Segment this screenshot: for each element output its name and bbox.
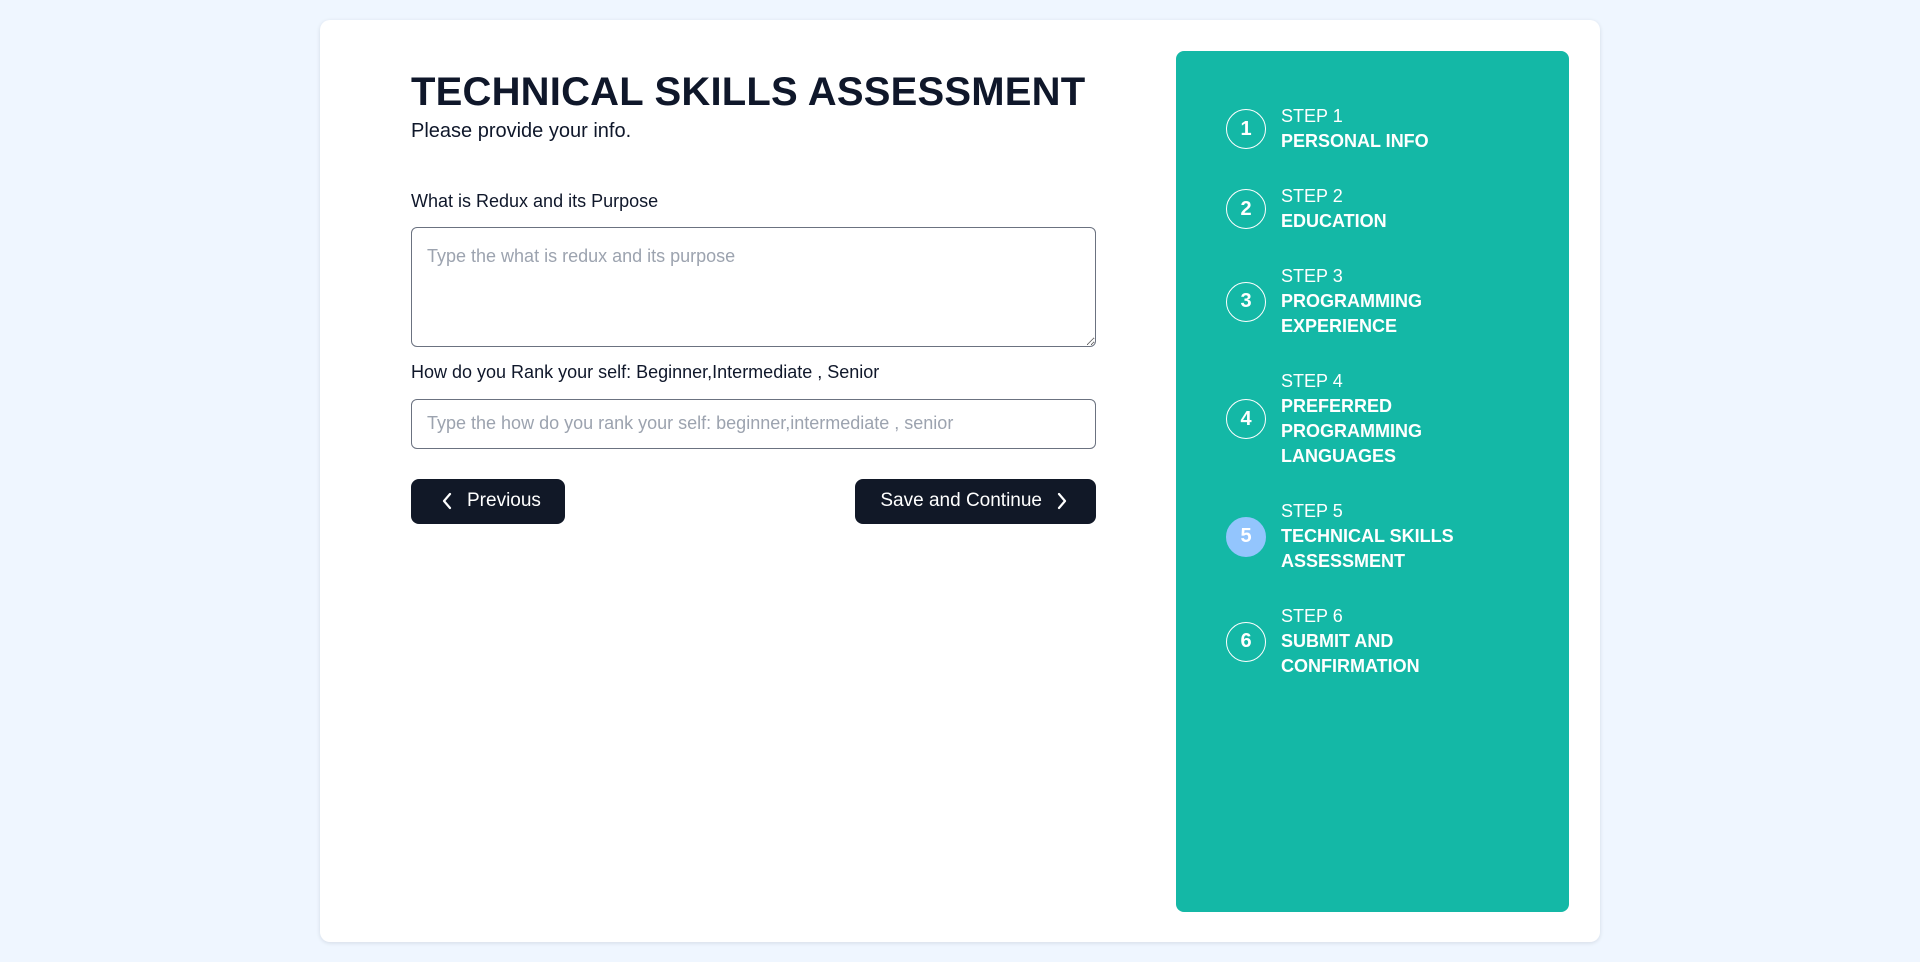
form-navigation: Previous Save and Continue [411, 478, 1096, 524]
save-and-continue-label: Save and Continue [880, 490, 1042, 512]
chevron-right-icon [1056, 492, 1068, 510]
step-number-badge-active: 5 [1226, 516, 1266, 557]
step-label: STEP 6 [1281, 606, 1343, 626]
step-name: EDUCATION [1281, 211, 1387, 231]
step-text: STEP 4 PREFERRED PROGRAMMING LANGUAGES [1281, 369, 1431, 469]
step-number-badge: 4 [1226, 399, 1266, 439]
step-name: TECHNICAL SKILLS ASSESSMENT [1281, 526, 1454, 571]
step-number-badge: 3 [1226, 281, 1266, 322]
step-name: PROGRAMMING EXPERIENCE [1281, 291, 1422, 336]
step-number-badge: 1 [1226, 109, 1266, 149]
redux-purpose-textarea[interactable] [411, 227, 1096, 348]
skill-rank-question-label: How do you Rank your self: Beginner,Inte… [411, 362, 880, 383]
steps-sidebar: 1 STEP 1 PERSONAL INFO 2 STEP 2 EDUCATIO… [1176, 51, 1569, 912]
step-name: SUBMIT AND CONFIRMATION [1281, 631, 1420, 676]
step-item-preferred-languages: 4 STEP 4 PREFERRED PROGRAMMING LANGUAGES [1226, 369, 1431, 469]
form-card: TECHNICAL SKILLS ASSESSMENT Please provi… [320, 20, 1600, 942]
step-label: STEP 5 [1281, 501, 1343, 521]
previous-button-label: Previous [467, 490, 541, 512]
step-name: PERSONAL INFO [1281, 131, 1429, 151]
redux-question-label: What is Redux and its Purpose [411, 191, 659, 211]
step-text: STEP 1 PERSONAL INFO [1281, 104, 1481, 154]
step-text: STEP 2 EDUCATION [1281, 184, 1481, 234]
step-label: STEP 2 [1281, 186, 1343, 206]
step-item-submit-confirmation: 6 STEP 6 SUBMIT AND CONFIRMATION [1226, 604, 1431, 679]
step-number-badge: 2 [1226, 189, 1266, 229]
step-item-personal-info: 1 STEP 1 PERSONAL INFO [1226, 104, 1481, 154]
step-label: STEP 1 [1281, 106, 1343, 126]
previous-button[interactable]: Previous [411, 478, 565, 524]
step-item-programming-experience: 3 STEP 3 PROGRAMMING EXPERIENCE [1226, 264, 1431, 339]
step-text: STEP 6 SUBMIT AND CONFIRMATION [1281, 604, 1431, 679]
skill-rank-input[interactable] [411, 398, 1096, 449]
step-text: STEP 5 TECHNICAL SKILLS ASSESSMENT [1281, 499, 1456, 574]
step-name: PREFERRED PROGRAMMING LANGUAGES [1281, 396, 1422, 466]
step-label: STEP 3 [1281, 266, 1343, 286]
page-subtitle: Please provide your info. [411, 120, 632, 142]
page-title: TECHNICAL SKILLS ASSESSMENT [411, 70, 1086, 114]
step-number-badge: 6 [1226, 621, 1266, 662]
assessment-form: TECHNICAL SKILLS ASSESSMENT Please provi… [411, 72, 1096, 524]
step-text: STEP 3 PROGRAMMING EXPERIENCE [1281, 264, 1431, 339]
chevron-left-icon [441, 492, 453, 510]
save-and-continue-button[interactable]: Save and Continue [855, 478, 1096, 524]
step-item-technical-skills: 5 STEP 5 TECHNICAL SKILLS ASSESSMENT [1226, 499, 1456, 574]
step-label: STEP 4 [1281, 371, 1343, 391]
step-item-education: 2 STEP 2 EDUCATION [1226, 184, 1481, 234]
